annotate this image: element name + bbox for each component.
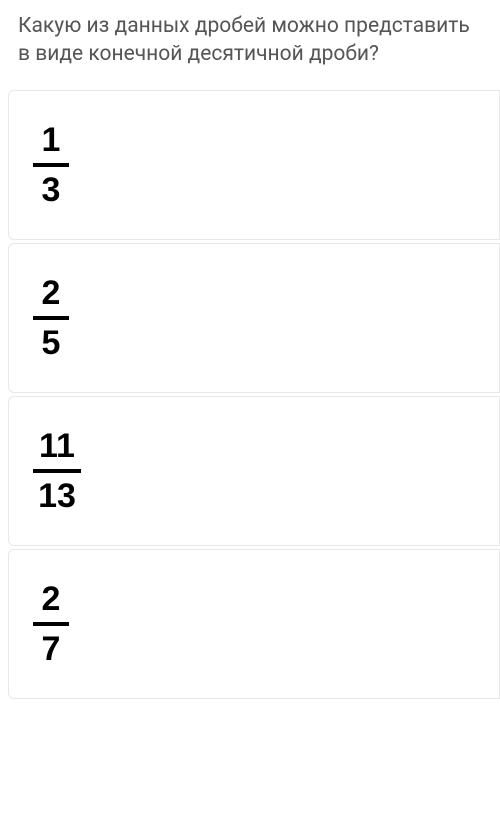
fraction-denominator: 5: [42, 322, 61, 360]
answer-option-2[interactable]: 2 5: [8, 243, 500, 393]
question-text: Какую из данных дробей можно представить…: [0, 0, 500, 87]
fraction-denominator: 3: [42, 169, 61, 207]
fraction-bar: [33, 622, 69, 626]
fraction-numerator: 11: [39, 429, 75, 467]
answer-option-3[interactable]: 11 13: [8, 396, 500, 546]
fraction-numerator: 2: [42, 276, 61, 314]
answer-option-1[interactable]: 1 3: [8, 90, 500, 240]
fraction-denominator: 13: [38, 475, 76, 513]
fraction-denominator: 7: [42, 628, 61, 666]
fraction-display: 2 7: [33, 582, 69, 666]
fraction-numerator: 2: [42, 582, 61, 620]
answer-option-4[interactable]: 2 7: [8, 549, 500, 699]
fraction-display: 1 3: [33, 123, 69, 207]
fraction-display: 2 5: [33, 276, 69, 360]
fraction-numerator: 1: [42, 123, 61, 161]
fraction-bar: [33, 316, 69, 320]
fraction-display: 11 13: [33, 429, 81, 513]
fraction-bar: [33, 469, 81, 473]
fraction-bar: [33, 163, 69, 167]
